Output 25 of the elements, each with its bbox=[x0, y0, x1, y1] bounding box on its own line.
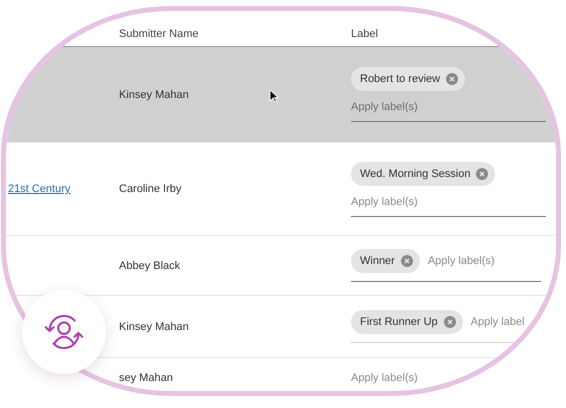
table-row[interactable]: 21st Century Caroline Irby Wed. Morning Session Apply label(s) bbox=[6, 143, 556, 236]
label-chip[interactable]: Winner bbox=[351, 249, 420, 273]
column-header: Submitter Name bbox=[119, 28, 198, 40]
remove-icon[interactable] bbox=[476, 168, 488, 180]
entry-link[interactable]: 21st Century bbox=[6, 183, 70, 195]
selected-row[interactable]: Kinsey Mahan Robert to review Apply label(s) bbox=[6, 47, 556, 143]
label-input-field[interactable]: Apply label bbox=[470, 316, 541, 328]
submitter-name: Abbey Black bbox=[119, 260, 180, 272]
label-chip[interactable]: First Runner Up bbox=[351, 310, 463, 334]
cursor-icon bbox=[269, 89, 279, 103]
label-chip[interactable]: Robert to review bbox=[351, 67, 466, 91]
label-input-field[interactable]: Apply label(s) bbox=[351, 101, 436, 113]
remove-icon[interactable] bbox=[446, 73, 458, 85]
label-input-field[interactable]: Apply label(s) bbox=[428, 255, 498, 267]
label-input-field[interactable]: Apply label(s) bbox=[351, 372, 436, 384]
remove-icon[interactable] bbox=[400, 255, 413, 267]
submitter-name: Kinsey Mahan bbox=[119, 320, 189, 332]
remove-icon[interactable] bbox=[444, 316, 456, 328]
label-input-field[interactable]: Apply label(s) bbox=[351, 196, 436, 208]
submitter-name: sey Mahan bbox=[119, 372, 173, 384]
submitter-name: Caroline Irby bbox=[119, 183, 182, 195]
table-row[interactable]: Abbey Black Winner Apply label(s) bbox=[6, 236, 556, 296]
submitter-name: Kinsey Mahan bbox=[119, 88, 189, 100]
column-header: Label bbox=[351, 28, 378, 40]
label-chip[interactable]: Wed. Morning Session bbox=[351, 162, 496, 186]
